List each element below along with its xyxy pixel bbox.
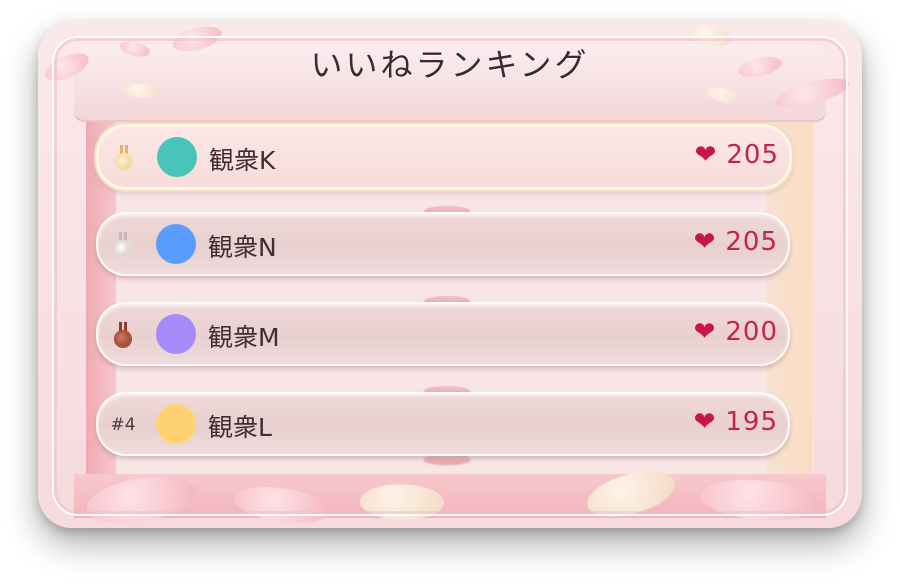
ranking-card: いいねランキング 観衆K ❤ 205 観衆N ❤ 205 観衆M ❤ 200 #… xyxy=(38,22,862,528)
viewer-name: 観衆K xyxy=(209,146,276,175)
heart-icon: ❤ xyxy=(693,317,716,347)
viewer-name: 観衆L xyxy=(208,413,272,442)
like-count: ❤ 205 xyxy=(694,227,778,257)
ranking-row: 観衆N ❤ 205 xyxy=(96,212,790,276)
like-count-value: 200 xyxy=(725,317,778,347)
silver-medal-icon xyxy=(114,232,132,258)
avatar xyxy=(156,314,196,354)
ranking-row: 観衆K ❤ 205 xyxy=(96,124,792,190)
viewer-name: 観衆N xyxy=(208,233,277,262)
like-count: ❤ 195 xyxy=(694,407,778,437)
avatar xyxy=(156,404,196,444)
rank-indicator xyxy=(106,228,140,262)
rank-label: #4 xyxy=(110,415,136,435)
like-count: ❤ 200 xyxy=(694,317,778,347)
bronze-medal-icon xyxy=(114,322,132,348)
ranking-row: #4 観衆L ❤ 195 xyxy=(96,392,790,456)
rank-indicator xyxy=(106,318,140,352)
rank-indicator xyxy=(107,141,141,175)
ranking-row: 観衆M ❤ 200 xyxy=(96,302,790,366)
like-count-value: 195 xyxy=(725,407,778,437)
viewer-name: 観衆M xyxy=(208,323,280,352)
avatar xyxy=(157,137,197,177)
ranking-title: いいねランキング xyxy=(310,46,590,84)
like-count-value: 205 xyxy=(725,227,778,257)
gold-medal-icon xyxy=(115,145,133,171)
heart-icon: ❤ xyxy=(693,407,716,437)
avatar xyxy=(156,224,196,264)
ranking-widget: いいねランキング 観衆K ❤ 205 観衆N ❤ 205 観衆M ❤ 200 #… xyxy=(0,0,900,588)
heart-icon: ❤ xyxy=(693,227,716,257)
like-count-value: 205 xyxy=(726,140,779,170)
like-count: ❤ 205 xyxy=(695,140,779,170)
heart-icon: ❤ xyxy=(694,140,717,170)
